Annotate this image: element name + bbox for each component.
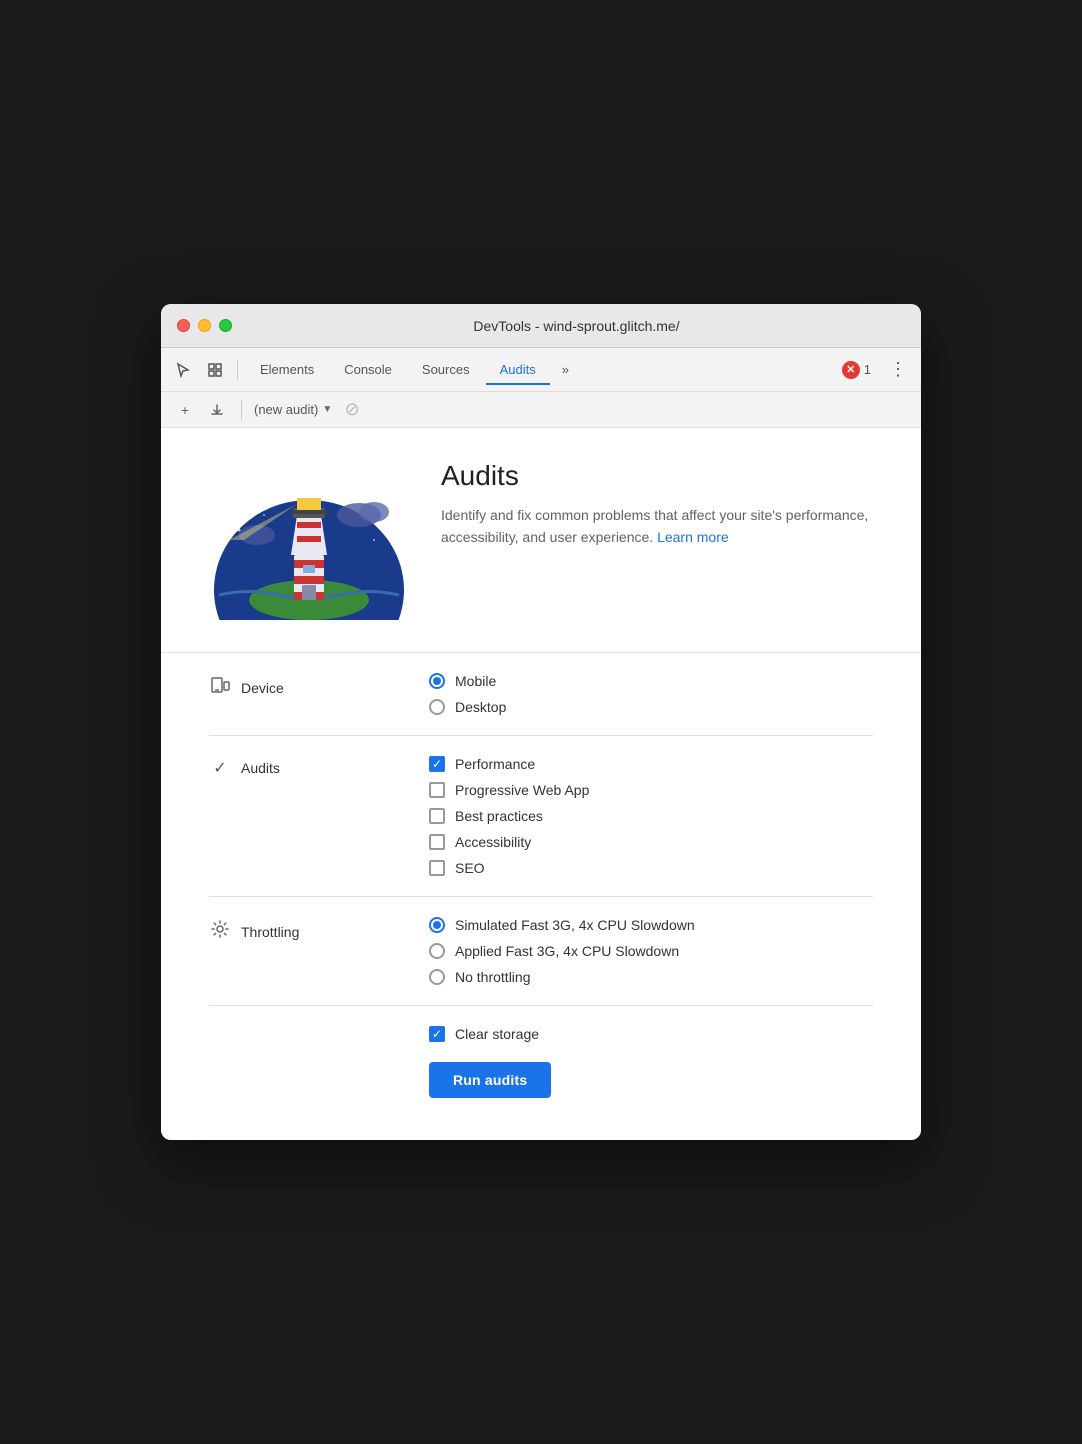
audit-seo-label: SEO xyxy=(455,860,485,876)
device-options: Mobile Desktop xyxy=(429,673,873,715)
toolbar-divider xyxy=(237,360,238,380)
audits-label: ✓ Audits xyxy=(209,756,429,778)
device-mobile-radio[interactable] xyxy=(429,673,445,689)
throttling-fast3g-radio[interactable] xyxy=(429,917,445,933)
tab-toolbar: Elements Console Sources Audits » ✕ 1 ⋮ xyxy=(161,348,921,392)
throttling-fast3g-label: Simulated Fast 3G, 4x CPU Slowdown xyxy=(455,917,695,933)
audit-bestpractices-checkbox[interactable] xyxy=(429,808,445,824)
audit-accessibility-checkbox[interactable] xyxy=(429,834,445,850)
hero-section: Audits Identify and fix common problems … xyxy=(209,460,873,620)
lighthouse-illustration xyxy=(209,460,409,620)
run-audits-button[interactable]: Run audits xyxy=(429,1062,551,1098)
clear-storage-label: Clear storage xyxy=(455,1026,539,1042)
clear-storage-option[interactable]: ✓ Clear storage xyxy=(209,1026,873,1042)
audit-performance-checkbox[interactable]: ✓ xyxy=(429,756,445,772)
kebab-menu[interactable]: ⋮ xyxy=(883,355,913,384)
tab-audits[interactable]: Audits xyxy=(486,356,550,385)
audit-seo-checkbox[interactable] xyxy=(429,860,445,876)
throttling-none-label: No throttling xyxy=(455,969,530,985)
inspect-icon[interactable] xyxy=(201,356,229,384)
throttling-fast3g-option[interactable]: Simulated Fast 3G, 4x CPU Slowdown xyxy=(429,917,873,933)
titlebar: DevTools - wind-sprout.glitch.me/ xyxy=(161,304,921,348)
hero-title: Audits xyxy=(441,460,873,492)
audits-options: ✓ Performance Progressive Web App Best p… xyxy=(429,756,873,876)
error-count: 1 xyxy=(864,362,871,377)
tabs-container: Elements Console Sources Audits xyxy=(246,356,550,384)
main-content: Audits Identify and fix common problems … xyxy=(161,428,921,1140)
throttling-section: Throttling Simulated Fast 3G, 4x CPU Slo… xyxy=(209,897,873,1006)
sub-toolbar: + (new audit) ▼ ⊘ xyxy=(161,392,921,428)
bottom-section: ✓ Clear storage Run audits xyxy=(209,1006,873,1108)
tab-sources[interactable]: Sources xyxy=(408,356,484,385)
device-icon xyxy=(209,675,231,700)
device-mobile-label: Mobile xyxy=(455,673,496,689)
device-label-text: Device xyxy=(241,680,284,696)
audit-accessibility-option[interactable]: Accessibility xyxy=(429,834,873,850)
audit-bestpractices-label: Best practices xyxy=(455,808,543,824)
audit-accessibility-label: Accessibility xyxy=(455,834,531,850)
hero-description: Identify and fix common problems that af… xyxy=(441,504,873,549)
close-button[interactable] xyxy=(177,319,190,332)
throttling-none-radio[interactable] xyxy=(429,969,445,985)
more-tabs-button[interactable]: » xyxy=(554,358,577,381)
minimize-button[interactable] xyxy=(198,319,211,332)
throttling-label-text: Throttling xyxy=(241,924,299,940)
throttling-options: Simulated Fast 3G, 4x CPU Slowdown Appli… xyxy=(429,917,873,985)
audits-section: ✓ Audits ✓ Performance Progressive Web A… xyxy=(209,736,873,897)
audit-bestpractices-option[interactable]: Best practices xyxy=(429,808,873,824)
audit-selector[interactable]: (new audit) ▼ xyxy=(254,402,332,417)
audit-pwa-option[interactable]: Progressive Web App xyxy=(429,782,873,798)
audit-select-label: (new audit) xyxy=(254,402,318,417)
device-desktop-radio[interactable] xyxy=(429,699,445,715)
audit-performance-option[interactable]: ✓ Performance xyxy=(429,756,873,772)
window-title: DevTools - wind-sprout.glitch.me/ xyxy=(248,318,905,334)
audit-seo-option[interactable]: SEO xyxy=(429,860,873,876)
device-desktop-option[interactable]: Desktop xyxy=(429,699,873,715)
error-badge: ✕ 1 xyxy=(842,361,871,379)
tab-console[interactable]: Console xyxy=(330,356,406,385)
device-section: Device Mobile Desktop xyxy=(209,653,873,736)
throttling-none-option[interactable]: No throttling xyxy=(429,969,873,985)
cursor-icon[interactable] xyxy=(169,356,197,384)
throttling-applied3g-label: Applied Fast 3G, 4x CPU Slowdown xyxy=(455,943,679,959)
device-mobile-option[interactable]: Mobile xyxy=(429,673,873,689)
checkmark-icon: ✓ xyxy=(209,758,231,778)
dropdown-arrow-icon: ▼ xyxy=(322,404,332,415)
add-audit-button[interactable]: + xyxy=(173,398,197,422)
traffic-lights xyxy=(177,319,232,332)
throttling-applied3g-radio[interactable] xyxy=(429,943,445,959)
devtools-window: DevTools - wind-sprout.glitch.me/ Elemen… xyxy=(161,304,921,1140)
audit-pwa-label: Progressive Web App xyxy=(455,782,589,798)
sub-toolbar-divider xyxy=(241,400,242,420)
hero-text: Audits Identify and fix common problems … xyxy=(441,460,873,549)
throttling-label: Throttling xyxy=(209,917,429,944)
learn-more-link[interactable]: Learn more xyxy=(657,529,729,545)
maximize-button[interactable] xyxy=(219,319,232,332)
clear-storage-checkbox[interactable]: ✓ xyxy=(429,1026,445,1042)
audit-performance-label: Performance xyxy=(455,756,535,772)
throttling-applied3g-option[interactable]: Applied Fast 3G, 4x CPU Slowdown xyxy=(429,943,873,959)
audits-label-text: Audits xyxy=(241,760,280,776)
tab-elements[interactable]: Elements xyxy=(246,356,328,385)
error-icon: ✕ xyxy=(842,361,860,379)
audit-pwa-checkbox[interactable] xyxy=(429,782,445,798)
device-desktop-label: Desktop xyxy=(455,699,506,715)
download-button[interactable] xyxy=(205,398,229,422)
gear-icon xyxy=(209,919,231,944)
block-button[interactable]: ⊘ xyxy=(340,398,364,422)
device-label: Device xyxy=(209,673,429,700)
